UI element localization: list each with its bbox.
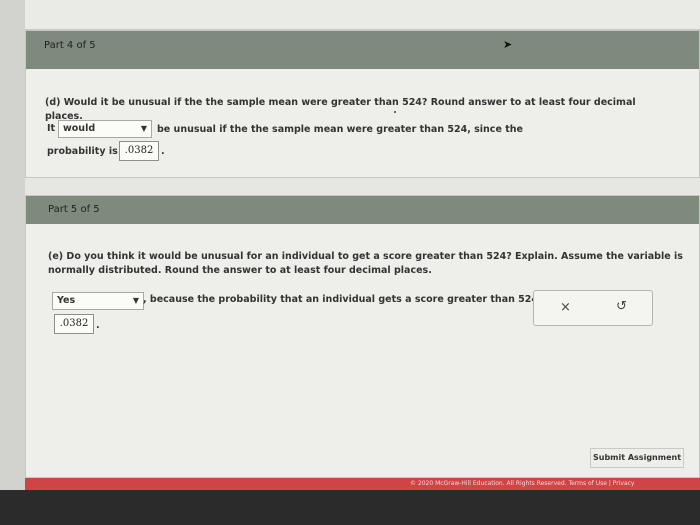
part4-label: Part 4 of 5 [44,40,96,51]
copyright-text: © 2020 McGraw-Hill Education. All Rights… [410,480,635,487]
answer-actions: × ↺ [533,290,653,326]
part5-select-value: Yes [57,295,76,306]
part5-label: Part 5 of 5 [48,204,100,215]
part5-question-line2: normally distributed. Round the answer t… [48,265,432,276]
chevron-down-icon: ▼ [132,296,139,305]
top-strip [25,0,700,30]
part5-question-line1: (e) Do you think it would be unusual for… [48,251,683,262]
part5-card: Part 5 of 5 [25,195,700,478]
part5-header [26,196,699,224]
reset-icon[interactable]: ↺ [616,299,627,314]
part5-answer-select[interactable]: Yes ▼ [52,292,144,310]
part5-answer-text: , because the probability that an indivi… [143,294,551,305]
decoration-dot [394,111,396,113]
clear-icon[interactable]: × [560,300,571,315]
mouse-cursor-icon: ➤ [503,38,513,51]
left-margin [0,0,25,490]
screen: Part 4 of 5 (d) Would it be unusual if t… [0,0,700,525]
submit-assignment-button[interactable]: Submit Assignment [590,448,684,468]
part4-header [26,31,699,69]
part4-answer-select[interactable]: would ▼ [58,120,152,138]
part4-prob-prefix: probability is [47,146,118,157]
part5-period: . [96,320,100,331]
part4-answer-prefix: It [47,123,56,134]
part4-period: . [161,146,165,157]
monitor-bezel [0,490,700,525]
part4-answer-middle: be unusual if the the sample mean were g… [157,124,523,135]
part4-prob-input[interactable]: .0382 [119,141,159,161]
part5-prob-input[interactable]: .0382 [54,314,94,334]
part4-select-value: would [63,123,96,134]
chevron-down-icon: ▼ [140,124,147,133]
